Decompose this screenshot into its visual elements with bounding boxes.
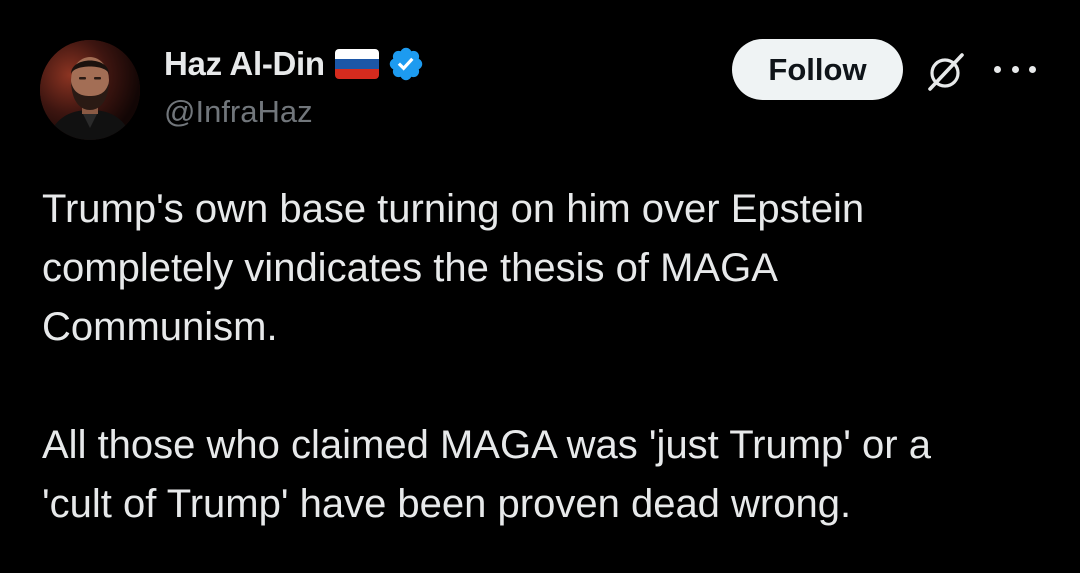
tweet-card: Haz Al-Din @InfraHaz Follow Trump's own …	[0, 0, 1080, 573]
follow-button[interactable]: Follow	[732, 39, 903, 100]
avatar[interactable]	[40, 40, 140, 140]
author-handle[interactable]: @InfraHaz	[164, 94, 313, 130]
russia-flag-icon	[334, 49, 379, 79]
tweet-text: Trump's own base turning on him over Eps…	[42, 180, 1042, 534]
tweet-paragraph: All those who claimed MAGA was 'just Tru…	[42, 423, 931, 526]
avatar-portrait-icon	[40, 40, 140, 140]
more-options-icon[interactable]	[994, 60, 1036, 78]
author-display-name[interactable]: Haz Al-Din	[164, 45, 325, 83]
author-name-row: Haz Al-Din	[164, 44, 425, 84]
verified-badge-icon[interactable]	[387, 45, 425, 83]
grok-icon[interactable]	[922, 48, 970, 96]
tweet-paragraph: Trump's own base turning on him over Eps…	[42, 187, 865, 349]
